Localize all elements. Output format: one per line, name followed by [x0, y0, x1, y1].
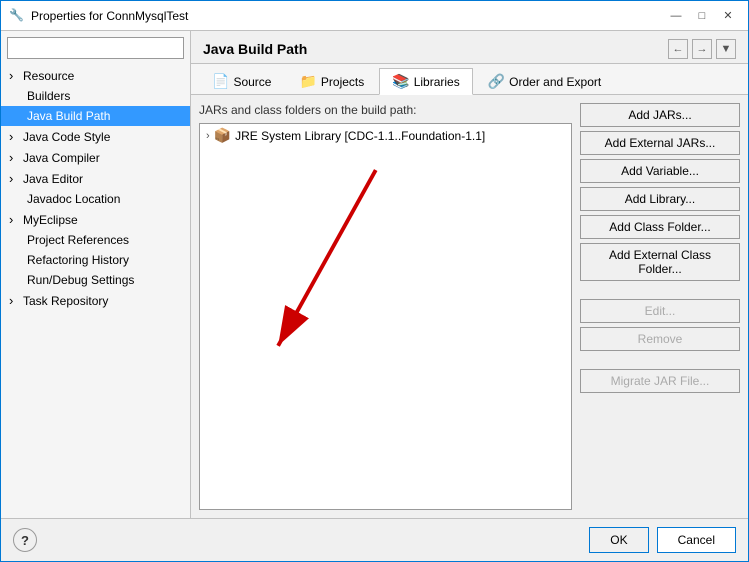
sidebar-item-label: Refactoring History — [27, 253, 129, 267]
footer-right: OK Cancel — [589, 527, 736, 553]
maximize-button[interactable]: □ — [690, 6, 714, 26]
tab-libraries[interactable]: 📚 Libraries — [379, 68, 472, 95]
order-export-tab-icon: 🔗 — [488, 73, 505, 90]
sidebar-item-run-debug-settings[interactable]: Run/Debug Settings — [1, 270, 190, 290]
footer-left: ? — [13, 528, 37, 552]
sidebar-item-label: Java Build Path — [27, 109, 110, 123]
right-buttons: Add JARs... Add External JARs... Add Var… — [580, 103, 740, 510]
nav-dropdown-button[interactable]: ▼ — [716, 39, 736, 59]
sidebar-item-label: Task Repository — [23, 294, 108, 308]
tabs-bar: 📄 Source 📁 Projects 📚 Libraries 🔗 Order … — [191, 64, 748, 95]
dialog-window: 🔧 Properties for ConnMysqlTest — □ ✕ Res… — [0, 0, 749, 562]
add-class-folder-button[interactable]: Add Class Folder... — [580, 215, 740, 239]
tab-projects-label: Projects — [321, 75, 364, 89]
jre-label: JRE System Library [CDC-1.1..Foundation-… — [235, 129, 485, 143]
sidebar-item-java-editor[interactable]: Java Editor — [1, 168, 190, 189]
libraries-tab-icon: 📚 — [392, 73, 409, 90]
sidebar-item-resource[interactable]: Resource — [1, 65, 190, 86]
title-bar-controls: — □ ✕ — [664, 6, 740, 26]
sidebar-item-label: Resource — [23, 69, 74, 83]
sidebar-item-label: Java Editor — [23, 172, 83, 186]
tree-area: › 📦 JRE System Library [CDC-1.1..Foundat… — [199, 123, 572, 510]
sidebar-item-refactoring-history[interactable]: Refactoring History — [1, 250, 190, 270]
sidebar: Resource Builders Java Build Path Java C… — [1, 31, 191, 518]
ok-button[interactable]: OK — [589, 527, 648, 553]
sidebar-item-java-compiler[interactable]: Java Compiler — [1, 147, 190, 168]
tab-source[interactable]: 📄 Source — [199, 68, 284, 94]
sidebar-item-builders[interactable]: Builders — [1, 86, 190, 106]
window-icon: 🔧 — [9, 8, 25, 24]
add-library-button[interactable]: Add Library... — [580, 187, 740, 211]
tab-projects[interactable]: 📁 Projects — [286, 68, 377, 94]
sidebar-item-label: Java Compiler — [23, 151, 100, 165]
sidebar-item-label: Java Code Style — [23, 130, 110, 144]
dialog-footer: ? OK Cancel — [1, 518, 748, 561]
tab-order-export-label: Order and Export — [509, 75, 601, 89]
add-external-class-folder-button[interactable]: Add External Class Folder... — [580, 243, 740, 281]
window-title: Properties for ConnMysqlTest — [31, 9, 664, 23]
sidebar-item-label: Builders — [27, 89, 70, 103]
add-variable-button[interactable]: Add Variable... — [580, 159, 740, 183]
jre-icon: 📦 — [214, 127, 231, 144]
nav-arrows: ← → ▼ — [668, 39, 736, 59]
sidebar-item-javadoc-location[interactable]: Javadoc Location — [1, 189, 190, 209]
minimize-button[interactable]: — — [664, 6, 688, 26]
sidebar-item-label: Javadoc Location — [27, 192, 120, 206]
nav-back-button[interactable]: ← — [668, 39, 688, 59]
tree-item-jre[interactable]: › 📦 JRE System Library [CDC-1.1..Foundat… — [200, 124, 571, 147]
content-header: Java Build Path ← → ▼ — [191, 31, 748, 64]
sidebar-item-myeclipse[interactable]: MyEclipse — [1, 209, 190, 230]
arrow-overlay — [200, 124, 571, 509]
source-tab-icon: 📄 — [212, 73, 229, 90]
sidebar-item-label: Run/Debug Settings — [27, 273, 134, 287]
edit-button[interactable]: Edit... — [580, 299, 740, 323]
button-spacer-1 — [580, 285, 740, 295]
build-path-description: JARs and class folders on the build path… — [199, 103, 572, 123]
left-panel: JARs and class folders on the build path… — [199, 103, 572, 510]
migrate-jar-button[interactable]: Migrate JAR File... — [580, 369, 740, 393]
nav-forward-button[interactable]: → — [692, 39, 712, 59]
sidebar-item-java-build-path[interactable]: Java Build Path — [1, 106, 190, 126]
dialog-body: Resource Builders Java Build Path Java C… — [1, 31, 748, 518]
expand-arrow-icon: › — [206, 130, 210, 142]
title-bar: 🔧 Properties for ConnMysqlTest — □ ✕ — [1, 1, 748, 31]
sidebar-item-label: MyEclipse — [23, 213, 78, 227]
projects-tab-icon: 📁 — [299, 73, 316, 90]
remove-button[interactable]: Remove — [580, 327, 740, 351]
tab-libraries-label: Libraries — [414, 75, 460, 89]
sidebar-item-task-repository[interactable]: Task Repository — [1, 290, 190, 311]
add-jars-button[interactable]: Add JARs... — [580, 103, 740, 127]
content-title: Java Build Path — [203, 41, 307, 57]
help-button[interactable]: ? — [13, 528, 37, 552]
close-button[interactable]: ✕ — [716, 6, 740, 26]
add-external-jars-button[interactable]: Add External JARs... — [580, 131, 740, 155]
cancel-button[interactable]: Cancel — [657, 527, 736, 553]
search-input[interactable] — [7, 37, 184, 59]
tab-order-export[interactable]: 🔗 Order and Export — [475, 68, 614, 94]
sidebar-item-java-code-style[interactable]: Java Code Style — [1, 126, 190, 147]
button-spacer-2 — [580, 355, 740, 365]
main-area: JARs and class folders on the build path… — [191, 95, 748, 518]
content-panel: Java Build Path ← → ▼ 📄 Source 📁 Project… — [191, 31, 748, 518]
tab-source-label: Source — [233, 75, 271, 89]
sidebar-item-label: Project References — [27, 233, 129, 247]
sidebar-item-project-references[interactable]: Project References — [1, 230, 190, 250]
